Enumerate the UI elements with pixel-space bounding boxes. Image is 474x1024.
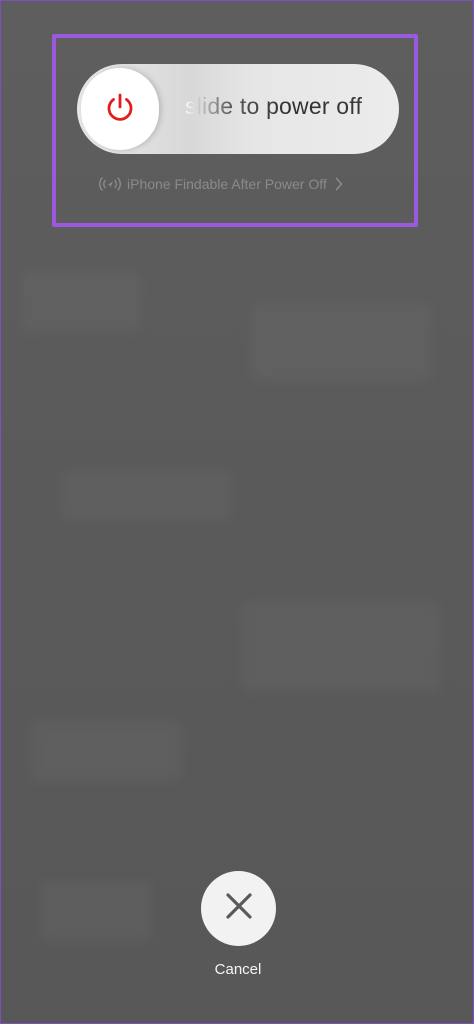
background-blur: [251, 301, 431, 381]
chevron-right-icon: [335, 177, 343, 191]
background-blur: [21, 271, 141, 331]
find-my-icon: [97, 175, 123, 193]
slider-label: slide to power off: [185, 93, 363, 119]
cancel-button[interactable]: [201, 871, 276, 946]
background-blur: [61, 471, 231, 521]
close-icon: [224, 891, 254, 926]
findable-after-power-off-link[interactable]: iPhone Findable After Power Off: [97, 173, 343, 195]
cancel-label: Cancel: [214, 961, 262, 978]
power-off-knob[interactable]: [81, 68, 159, 150]
background-blur: [41, 881, 151, 941]
findable-label: iPhone Findable After Power Off: [127, 176, 327, 192]
background-blur: [31, 721, 181, 781]
power-off-screen: slide to power off iPhone Findable After…: [0, 0, 474, 1024]
background-blur: [241, 601, 441, 691]
